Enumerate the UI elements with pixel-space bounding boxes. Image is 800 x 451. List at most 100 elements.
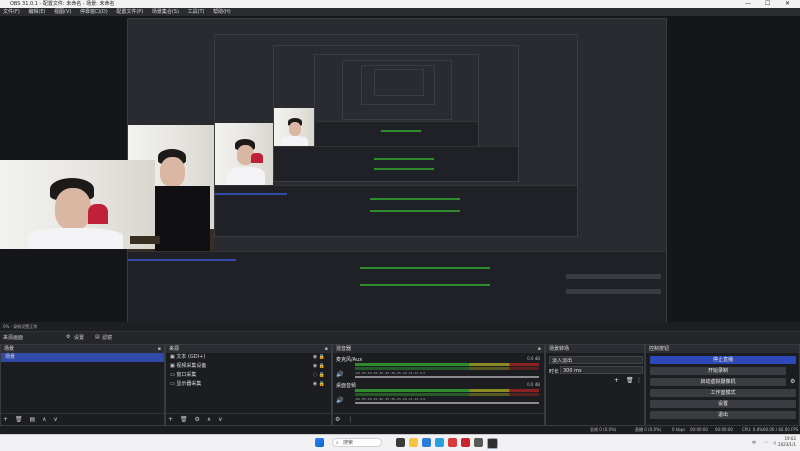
gear-icon[interactable]: ⚙: [790, 378, 795, 385]
edge-icon[interactable]: [422, 438, 431, 447]
menu-profile[interactable]: 配置文件(P): [116, 9, 143, 15]
filter-icon[interactable]: ▤: [95, 334, 100, 340]
source-item[interactable]: ▣ 文本 (GDI+) ◉ 🔒: [166, 353, 331, 362]
display-icon: ▭: [170, 381, 175, 387]
close-button[interactable]: ✕: [785, 0, 790, 8]
menu-tools[interactable]: 工具(T): [188, 9, 205, 15]
add-icon[interactable]: +: [168, 416, 173, 423]
rec-time: 00:00:00: [715, 427, 733, 432]
preview-canvas[interactable]: [0, 16, 800, 323]
transition-select[interactable]: 淡入淡出: [549, 356, 643, 364]
add-icon[interactable]: +: [3, 416, 8, 423]
mic-scale: -60 -55 -50 -45 -40 -35 -30 -25 -20 -15 …: [355, 371, 426, 375]
network-icon[interactable]: ◠: [765, 440, 769, 446]
minimize-button[interactable]: —: [745, 0, 751, 8]
speaker-icon[interactable]: 🔊: [336, 371, 343, 378]
trash-icon[interactable]: 🗑: [180, 416, 188, 423]
desktop-channel-db: 0.0 dB: [527, 382, 540, 387]
source-filters-button[interactable]: 滤镜: [102, 334, 112, 341]
fps: 60.00 / 60.00 FPS: [763, 427, 799, 432]
gear-icon[interactable]: ⚙: [66, 334, 70, 340]
start-icon[interactable]: [315, 438, 324, 447]
app-icon[interactable]: [448, 438, 457, 447]
trash-icon[interactable]: 🗑: [15, 416, 23, 423]
menu-icon[interactable]: ⋮: [636, 377, 642, 384]
menu-help[interactable]: 帮助(H): [213, 9, 231, 15]
file-explorer-icon[interactable]: [409, 438, 418, 447]
taskbar: ⌕ 搜索 中 ◠ ◁ 19:02 2023/1/1: [0, 434, 800, 451]
obs-icon[interactable]: [487, 438, 498, 449]
start-virtual-camera-button[interactable]: 启动虚拟摄像机: [650, 378, 786, 386]
dock-options-icon[interactable]: ▪: [538, 345, 541, 353]
system-tray[interactable]: 中 ◠ ◁ 19:02 2023/1/1: [752, 436, 796, 448]
mic-level-meter: [355, 363, 539, 366]
visibility-icon[interactable]: ◌ 🔒: [313, 371, 325, 380]
dropped-frames: 丢帧 0 (0.0%): [590, 427, 617, 432]
settings-button[interactable]: 设置: [650, 400, 796, 408]
scenes-dock: 场景 ▪ 场景 + 🗑 ▤ ∧ ∨: [0, 344, 165, 426]
menu-icon[interactable]: ⋮: [347, 416, 353, 423]
move-up-icon[interactable]: ∧: [42, 416, 46, 423]
dock-options-icon[interactable]: ▪: [325, 345, 328, 353]
source-settings-button[interactable]: 设置: [74, 334, 84, 341]
source-item[interactable]: ▭ 显示器采集 ◉ 🔒: [166, 380, 331, 389]
stop-streaming-button[interactable]: 停止直播: [650, 356, 796, 364]
duration-input[interactable]: 300 ms: [560, 366, 643, 374]
clock-date: 2023/1/1: [778, 442, 796, 447]
move-down-icon[interactable]: ∨: [53, 416, 57, 423]
move-up-icon[interactable]: ∧: [207, 416, 211, 423]
filter-icon[interactable]: ▤: [30, 416, 36, 423]
source-item[interactable]: ▭ 窗口采集 ◌ 🔒: [166, 371, 331, 380]
trash-icon[interactable]: 🗑: [626, 377, 634, 384]
stream-drop: 直播 0 (0.0%): [635, 427, 662, 432]
visibility-icon[interactable]: ◉ 🔒: [313, 353, 325, 362]
transitions-dock: 场景转场 淡入淡出 时长 300 ms + 🗑 ⋮: [545, 344, 645, 426]
task-view-icon[interactable]: [396, 438, 405, 447]
scenes-toolbar: + 🗑 ▤ ∧ ∨: [1, 413, 164, 425]
status-bar: 丢帧 0 (0.0%) 直播 0 (0.0%) 0 kbps 00:00:00 …: [0, 426, 800, 434]
scenes-title: 场景: [4, 346, 15, 352]
volume-icon[interactable]: ◁: [773, 440, 776, 446]
menu-file[interactable]: 文件(F): [3, 9, 20, 15]
controls-dock: 控制按钮 停止直播 开始录制 启动虚拟摄像机 ⚙ 工作室模式 设置 退出: [645, 344, 800, 426]
speaker-icon[interactable]: 🔊: [336, 397, 343, 404]
maximize-button[interactable]: ☐: [765, 0, 770, 8]
language-indicator[interactable]: 中: [752, 440, 756, 446]
visibility-icon[interactable]: ◉ 🔒: [313, 362, 325, 371]
desktop-level-meter: [355, 389, 539, 392]
display-icon: ▭: [170, 372, 175, 378]
app-icon[interactable]: [474, 438, 483, 447]
browser-icon[interactable]: [435, 438, 444, 447]
sources-toolbar: + 🗑 ⚙ ∧ ∨: [166, 413, 331, 425]
menu-scene-collection[interactable]: 场景集合(S): [152, 9, 179, 15]
add-icon[interactable]: +: [614, 377, 619, 384]
desktop-volume-slider[interactable]: [355, 402, 539, 404]
current-source-label: 来源画面: [3, 335, 24, 341]
gear-icon[interactable]: ⚙: [195, 416, 200, 423]
source-item[interactable]: ▣ 视频采集设备 ◉ 🔒: [166, 362, 331, 371]
search-placeholder: 搜索: [343, 440, 354, 446]
gear-icon[interactable]: ⚙: [335, 416, 340, 423]
menu-view[interactable]: 视图(V): [54, 9, 71, 15]
menu-edit[interactable]: 编辑(E): [28, 9, 45, 15]
source-toolbar: 来源画面 ⚙ 设置 ▤ 滤镜: [0, 331, 800, 345]
scene-item[interactable]: 场景: [1, 353, 164, 362]
search-box[interactable]: ⌕ 搜索: [332, 438, 382, 447]
preview-status-strip: 0% · 录制设置正常: [0, 322, 800, 331]
mic-volume-slider[interactable]: [355, 376, 539, 378]
exit-button[interactable]: 退出: [650, 411, 796, 419]
sources-dock: 来源 ▪ ▣ 文本 (GDI+) ◉ 🔒 ▣ 视频采集设备 ◉ 🔒 ▭ 窗口采集…: [165, 344, 332, 426]
visibility-icon[interactable]: ◉ 🔒: [313, 380, 325, 389]
studio-mode-button[interactable]: 工作室模式: [650, 389, 796, 397]
dock-options-icon[interactable]: ▪: [158, 345, 161, 353]
controls-title: 控制按钮: [649, 346, 670, 352]
app-icon[interactable]: [461, 438, 470, 447]
mixer-toolbar: ⚙ ⋮: [333, 413, 544, 425]
mic-channel-name: 麦克风/Aux: [336, 357, 363, 363]
desktop-channel-name: 桌面音频: [336, 383, 357, 389]
mic-level-meter-2: [355, 367, 539, 370]
start-recording-button[interactable]: 开始录制: [650, 367, 786, 375]
menu-docks[interactable]: 停靠窗口(D): [80, 9, 108, 15]
stream-time: 00:00:00: [690, 427, 708, 432]
move-down-icon[interactable]: ∨: [218, 416, 222, 423]
